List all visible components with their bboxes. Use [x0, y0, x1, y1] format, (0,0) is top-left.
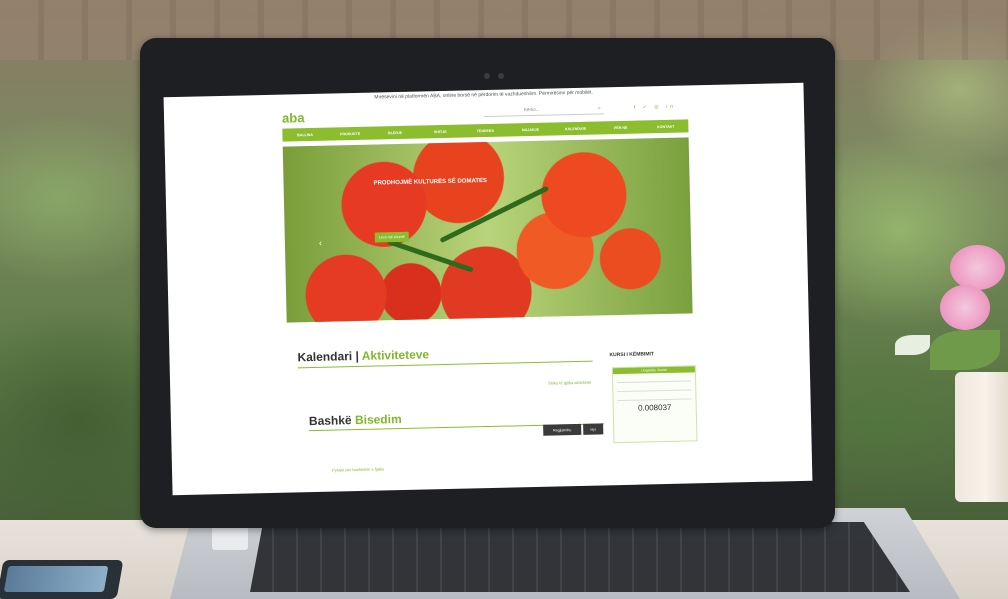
- search-input[interactable]: [483, 105, 605, 118]
- nav-item[interactable]: KONTAKT: [643, 119, 688, 133]
- nav-item[interactable]: BALLINA: [282, 128, 327, 142]
- exchange-header: Llogaritës i kursit: [612, 366, 695, 375]
- chat-footer-link[interactable]: Pyetjet për bashkimin e fjalës: [332, 466, 384, 472]
- calendar-link[interactable]: Shiko të gjitha aktivitetet: [548, 380, 591, 386]
- smartphone: [0, 560, 124, 599]
- laptop-keyboard: [250, 522, 910, 592]
- pink-flower: [950, 245, 1005, 290]
- exchange-widget: Llogaritës i kursit 0.008037: [611, 365, 698, 444]
- exchange-field[interactable]: [617, 384, 692, 393]
- login-button[interactable]: Hyr: [583, 423, 604, 435]
- hero-text: [374, 198, 484, 200]
- chat-title-accent: Bisedim: [354, 411, 402, 428]
- chevron-left-icon[interactable]: ‹: [319, 238, 322, 248]
- calendar-title-main: Kalendari: [297, 349, 353, 365]
- nav-item[interactable]: KALENDARI: [553, 121, 598, 135]
- calendar-title: Kalendari | Aktiviteteve: [297, 347, 430, 365]
- search-placeholder: Kërko...: [523, 106, 540, 113]
- chat-title-main: Bashkë: [308, 413, 352, 429]
- photo-scene: Mirësevini në platformën ABA, online bor…: [0, 0, 1008, 599]
- nav-item[interactable]: BLERJE: [373, 126, 418, 140]
- nav-item[interactable]: NGJARJE: [508, 122, 553, 136]
- nav-item[interactable]: PËR NE: [598, 120, 643, 134]
- nav-item[interactable]: PRODUKTE: [327, 127, 372, 141]
- chat-title: Bashkë Bisedim: [309, 412, 402, 428]
- hero-title: PRODHOJMË KULTURËS SË DOMATES: [373, 177, 488, 187]
- exchange-value: 0.008037: [637, 402, 672, 413]
- flower-pot: [955, 372, 1008, 502]
- plant-leaf: [895, 335, 930, 355]
- plant-leaf: [930, 330, 1000, 370]
- social-icons[interactable]: f ✓ ◎ in: [634, 104, 676, 111]
- webcam-sensor: [498, 73, 504, 79]
- calendar-title-accent: Aktiviteteve: [361, 347, 430, 363]
- search-icon[interactable]: ⌕: [598, 105, 601, 111]
- tomato-stem: [386, 239, 474, 273]
- webcam: [484, 73, 490, 79]
- site-logo[interactable]: aba: [282, 110, 305, 126]
- exchange-title: KURSI I KËMBIMIT: [609, 351, 655, 359]
- pink-flower: [940, 285, 990, 330]
- register-button[interactable]: Regjistrohu: [543, 423, 582, 436]
- nav-item[interactable]: SHITJE: [418, 125, 463, 139]
- laptop-screen: Mirësevini në platformën ABA, online bor…: [163, 82, 813, 496]
- exchange-field[interactable]: [617, 393, 692, 402]
- tomato-stem: [439, 185, 550, 244]
- hero-slider: ‹ PRODHOJMË KULTURËS SË DOMATES Lexo më …: [282, 137, 693, 323]
- read-more-button[interactable]: Lexo më shumë: [374, 231, 409, 243]
- exchange-field[interactable]: [617, 375, 692, 384]
- nav-item[interactable]: TENDERA: [463, 124, 508, 138]
